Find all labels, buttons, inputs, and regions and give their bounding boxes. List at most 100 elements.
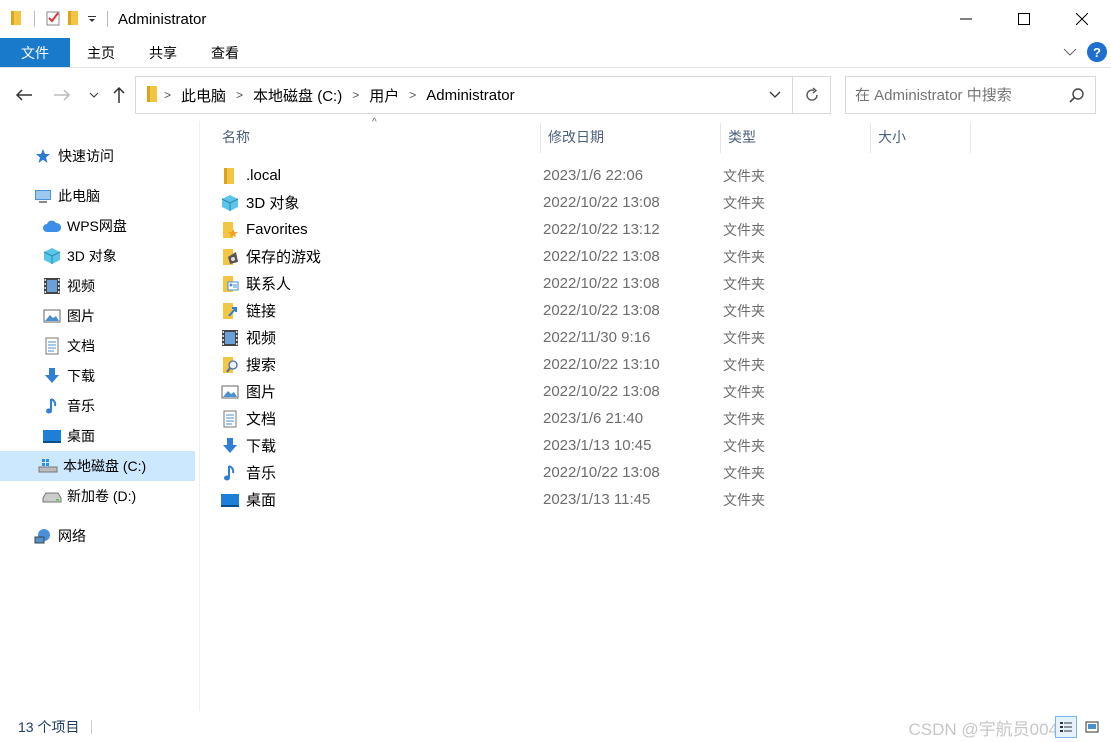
column-header-type[interactable]: 类型 [728,121,870,153]
details-view-button[interactable] [1055,716,1077,738]
crumb-this-pc[interactable]: 此电脑 [175,85,232,106]
cube-3d-icon [220,193,240,213]
file-date: 2022/10/22 13:12 [543,221,660,238]
ribbon-tabs: 文件 主页 共享 查看 ? [0,38,1111,68]
up-button[interactable] [107,83,131,107]
nav-downloads[interactable]: 下载 [42,361,95,391]
computer-icon [33,186,53,206]
nav-label: 网络 [58,528,86,544]
column-divider[interactable] [970,123,971,153]
nav-this-pc[interactable]: 此电脑 [33,181,100,211]
chevron-right-icon[interactable]: > [232,88,247,102]
nav-local-disk-c[interactable]: 本地磁盘 (C:) [0,451,195,481]
file-name: 联系人 [246,276,292,293]
column-divider[interactable] [720,123,721,153]
close-icon [1076,13,1088,25]
nav-music[interactable]: 音乐 [42,391,95,421]
file-name: 图片 [246,384,277,401]
file-type: 文件夹 [723,329,765,346]
crumb-users[interactable]: 用户 [363,85,405,106]
search-box[interactable] [845,76,1096,114]
column-divider[interactable] [870,123,871,153]
address-dropdown-button[interactable] [758,91,792,99]
table-row[interactable]: 搜索 2022/10/22 13:10 文件夹 [220,351,1060,378]
divider [107,11,108,27]
table-row[interactable]: Favorites 2022/10/22 13:12 文件夹 [220,216,1060,243]
file-date: 2022/10/22 13:08 [543,464,660,481]
table-row[interactable]: 保存的游戏 2022/10/22 13:08 文件夹 [220,243,1060,270]
new-folder-icon[interactable] [67,10,81,29]
nav-wps-drive[interactable]: WPS网盘 [42,211,127,241]
nav-label: 音乐 [67,398,95,414]
search-icon[interactable] [1069,87,1085,107]
table-row[interactable]: 联系人 2022/10/22 13:08 文件夹 [220,270,1060,297]
pictures-icon [220,382,240,402]
tab-share[interactable]: 共享 [132,38,194,67]
nav-label: 图片 [67,308,95,324]
nav-new-volume-d[interactable]: 新加卷 (D:) [42,481,136,511]
refresh-button[interactable] [793,76,831,114]
chevron-right-icon[interactable]: > [348,88,363,102]
nav-label: 新加卷 (D:) [67,488,137,504]
nav-videos[interactable]: 视频 [42,271,95,301]
file-name: 3D 对象 [246,195,300,212]
nav-label: WPS网盘 [67,218,127,234]
nav-3d-objects[interactable]: 3D 对象 [42,241,117,271]
saved-games-icon [220,247,240,267]
table-row[interactable]: 3D 对象 2022/10/22 13:08 文件夹 [220,189,1060,216]
crumb-administrator[interactable]: Administrator [420,87,520,104]
column-header-size[interactable]: 大小 [878,121,970,153]
cloud-icon [42,216,62,236]
nav-label: 视频 [67,278,95,294]
forward-button[interactable] [50,83,74,107]
column-header-name[interactable]: 名称 [222,121,540,153]
tab-file[interactable]: 文件 [0,38,70,67]
help-icon[interactable]: ? [1087,42,1107,62]
details-view-icon [1060,722,1072,732]
file-name: .local [246,167,282,184]
tab-home[interactable]: 主页 [70,38,132,67]
expand-ribbon-chevron-icon[interactable] [1063,44,1077,60]
nav-desktop[interactable]: 桌面 [42,421,95,451]
minimize-button[interactable] [937,0,995,38]
table-row[interactable]: 视频 2022/11/30 9:16 文件夹 [220,324,1060,351]
search-input[interactable] [855,86,1065,104]
table-row[interactable]: 桌面 2023/1/13 11:45 文件夹 [220,486,1060,513]
table-row[interactable]: 文档 2023/1/6 21:40 文件夹 [220,405,1060,432]
nav-label: 本地磁盘 (C:) [63,458,147,474]
crumb-local-disk[interactable]: 本地磁盘 (C:) [247,85,348,106]
file-name: 视频 [246,330,277,347]
nav-quick-access[interactable]: 快速访问 [33,141,114,171]
column-divider[interactable] [540,123,541,153]
table-row[interactable]: 下载 2023/1/13 10:45 文件夹 [220,432,1060,459]
column-header-date[interactable]: 修改日期 [548,121,720,153]
table-row[interactable]: .local 2023/1/6 22:06 文件夹 [220,162,1060,189]
maximize-button[interactable] [995,0,1053,38]
file-type: 文件夹 [723,437,765,454]
recent-locations-button[interactable] [82,83,106,107]
chevron-right-icon[interactable]: > [405,88,420,102]
desktop-icon [220,490,240,510]
address-bar[interactable]: > 此电脑 > 本地磁盘 (C:) > 用户 > Administrator [135,76,793,114]
large-icons-view-button[interactable] [1081,716,1103,738]
chevron-down-icon [769,91,781,98]
nav-pictures[interactable]: 图片 [42,301,95,331]
table-row[interactable]: 链接 2022/10/22 13:08 文件夹 [220,297,1060,324]
table-row[interactable]: 音乐 2022/10/22 13:08 文件夹 [220,459,1060,486]
customize-dropdown-icon[interactable] [87,11,97,27]
nav-network[interactable]: 网络 [33,521,86,551]
chevron-right-icon[interactable]: > [160,88,175,102]
back-button[interactable] [12,83,36,107]
file-type: 文件夹 [723,248,765,265]
documents-icon [220,409,240,429]
links-icon [220,301,240,321]
close-button[interactable] [1053,0,1111,38]
address-row: > 此电脑 > 本地磁盘 (C:) > 用户 > Administrator [0,69,1111,121]
download-icon [42,366,62,386]
file-name: 保存的游戏 [246,249,322,266]
minimize-icon [960,18,972,20]
tab-view[interactable]: 查看 [194,38,256,67]
nav-documents[interactable]: 文档 [42,331,95,361]
table-row[interactable]: 图片 2022/10/22 13:08 文件夹 [220,378,1060,405]
properties-icon[interactable] [45,10,61,29]
